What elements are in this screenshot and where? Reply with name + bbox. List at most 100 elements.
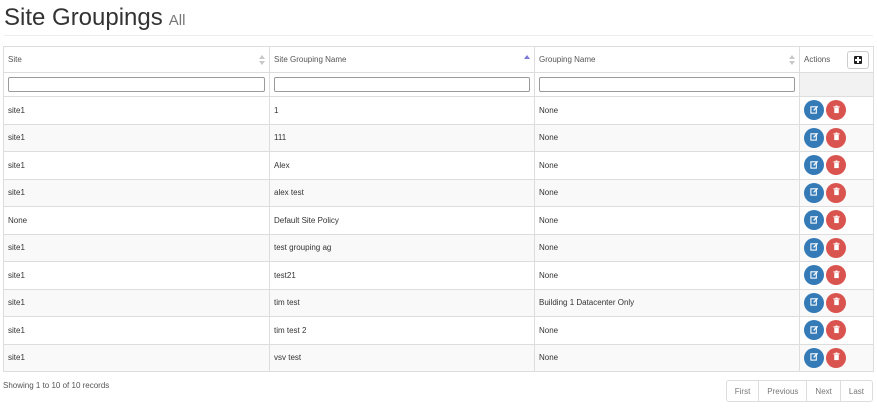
site-cell: site1 [3, 316, 270, 345]
sort-icon [789, 55, 795, 65]
actions-cell [799, 233, 874, 262]
delete-button[interactable] [826, 320, 846, 341]
edit-icon [809, 160, 819, 171]
site-cell: site1 [3, 233, 270, 262]
grouping-name-cell: None [534, 123, 800, 152]
trash-icon [832, 215, 841, 226]
table-row: site1 tim test Building 1 Datacenter Only [3, 288, 874, 317]
trash-icon [832, 160, 841, 171]
delete-button[interactable] [826, 237, 846, 258]
edit-icon [809, 215, 819, 226]
trash-icon [832, 242, 841, 253]
delete-button[interactable] [826, 100, 846, 121]
edit-icon [809, 297, 819, 308]
column-header-site[interactable]: Site [3, 46, 270, 73]
site-grouping-name-filter-input[interactable] [274, 77, 530, 92]
grouping-name-cell: None [534, 96, 800, 125]
site-cell: None [3, 206, 270, 235]
column-header-site-grouping-name[interactable]: Site Grouping Name [269, 46, 535, 73]
site-cell: site1 [3, 151, 270, 180]
edit-icon [809, 242, 819, 253]
site-cell: site1 [3, 96, 270, 125]
delete-button[interactable] [826, 265, 846, 286]
table-row: site1 test21 None [3, 261, 874, 290]
edit-icon [809, 105, 819, 116]
site-grouping-name-cell: test grouping ag [269, 233, 535, 262]
actions-cell [799, 96, 874, 125]
delete-button[interactable] [826, 210, 846, 231]
sort-ascending-icon [524, 55, 530, 65]
delete-button[interactable] [826, 292, 846, 313]
edit-button[interactable] [804, 127, 824, 148]
grouping-name-cell: Building 1 Datacenter Only [534, 288, 800, 317]
grouping-name-cell: None [534, 151, 800, 180]
actions-cell [799, 288, 874, 317]
site-grouping-name-cell: vsv test [269, 343, 535, 372]
table-row: site1 111 None [3, 123, 874, 152]
edit-button[interactable] [804, 347, 824, 368]
delete-button[interactable] [826, 127, 846, 148]
trash-icon [832, 352, 841, 363]
grouping-name-cell: None [534, 343, 800, 372]
page-header: Site Groupings All [4, 3, 185, 33]
delete-button[interactable] [826, 155, 846, 176]
edit-button[interactable] [804, 100, 824, 121]
edit-button[interactable] [804, 265, 824, 286]
site-grouping-name-cell: tim test [269, 288, 535, 317]
site-grouping-name-cell: test21 [269, 261, 535, 290]
add-site-grouping-button[interactable] [847, 51, 869, 69]
delete-button[interactable] [826, 347, 846, 368]
edit-button[interactable] [804, 320, 824, 341]
edit-icon [809, 187, 819, 198]
edit-button[interactable] [804, 155, 824, 176]
filter-row [3, 72, 874, 97]
actions-cell [799, 261, 874, 290]
table-row: site1 vsv test None [3, 343, 874, 372]
edit-icon [809, 352, 819, 363]
pagination-previous-button[interactable]: Previous [758, 380, 808, 402]
pagination-first-button[interactable]: First [725, 380, 760, 402]
edit-button[interactable] [804, 210, 824, 231]
site-grouping-name-cell: 1 [269, 96, 535, 125]
table-row: site1 test grouping ag None [3, 233, 874, 262]
edit-button[interactable] [804, 182, 824, 203]
column-header-actions: Actions [799, 46, 874, 73]
delete-button[interactable] [826, 182, 846, 203]
plus-square-icon [854, 56, 862, 64]
site-grouping-name-cell: tim test 2 [269, 316, 535, 345]
trash-icon [832, 105, 841, 116]
site-filter-input[interactable] [8, 77, 265, 92]
column-header-label: Actions [804, 55, 831, 64]
pagination: First Previous Next Last [725, 380, 873, 402]
trash-icon [832, 297, 841, 308]
column-header-label: Grouping Name [539, 55, 596, 64]
pagination-last-button[interactable]: Last [839, 380, 873, 402]
site-cell: site1 [3, 123, 270, 152]
table-row: None Default Site Policy None [3, 206, 874, 235]
site-groupings-table: Site Site Grouping Name Grouping Name Ac… [3, 46, 874, 372]
actions-cell [799, 151, 874, 180]
edit-button[interactable] [804, 237, 824, 258]
actions-cell [799, 316, 874, 345]
site-grouping-name-cell: alex test [269, 178, 535, 207]
grouping-name-cell: None [534, 206, 800, 235]
edit-button[interactable] [804, 292, 824, 313]
grouping-name-filter-input[interactable] [539, 77, 795, 92]
actions-cell [799, 123, 874, 152]
grouping-name-cell: None [534, 233, 800, 262]
table-row: site1 1 None [3, 96, 874, 125]
site-grouping-name-cell: Default Site Policy [269, 206, 535, 235]
column-header-grouping-name[interactable]: Grouping Name [534, 46, 800, 73]
site-cell: site1 [3, 343, 270, 372]
grouping-name-cell: None [534, 261, 800, 290]
pagination-next-button[interactable]: Next [806, 380, 841, 402]
table-row: site1 Alex None [3, 151, 874, 180]
header-row: Site Site Grouping Name Grouping Name Ac… [3, 46, 874, 73]
trash-icon [832, 325, 841, 336]
edit-icon [809, 132, 819, 143]
edit-icon [809, 325, 819, 336]
trash-icon [832, 270, 841, 281]
trash-icon [832, 187, 841, 198]
actions-filter-cell [799, 72, 874, 97]
edit-icon [809, 270, 819, 281]
